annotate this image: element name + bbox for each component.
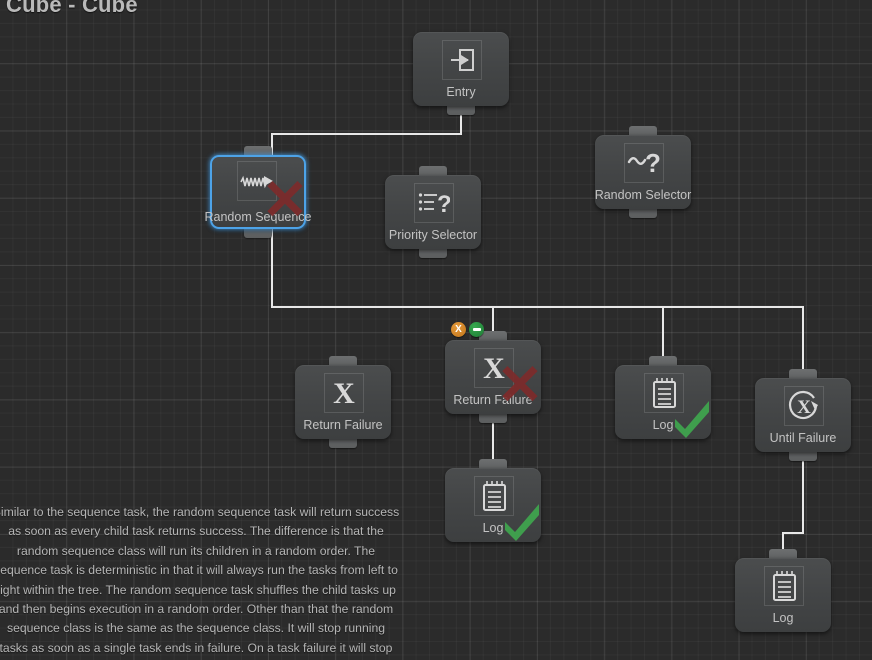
- node-label: Log: [482, 521, 504, 535]
- status-badge-error-label: X: [455, 323, 462, 335]
- x-glyph-icon: X: [324, 373, 364, 413]
- node-until-failure[interactable]: X Until Failure: [755, 369, 851, 461]
- node-return-failure-left[interactable]: X Return Failure: [295, 356, 391, 448]
- node-return-failure-center[interactable]: X X ✕ Return Failure: [445, 322, 543, 423]
- page-title: Cube - Cube: [6, 0, 138, 17]
- node-priority-selector[interactable]: ? Priority Selector: [385, 166, 481, 258]
- status-badge-running-glyph: [472, 328, 481, 331]
- node-label: Until Failure: [769, 431, 837, 445]
- node-log-right[interactable]: Log: [615, 356, 711, 439]
- node-random-selector[interactable]: ? Random Selector: [595, 126, 691, 218]
- notepad-icon: [764, 566, 804, 606]
- node-label: Log: [772, 611, 794, 625]
- node-log-center[interactable]: Log: [445, 459, 541, 542]
- svg-text:X: X: [797, 397, 811, 418]
- svg-text:X: X: [483, 353, 505, 383]
- squiggle-arrow-icon: [237, 161, 277, 201]
- node-label: Log: [652, 418, 674, 432]
- node-label: Return Failure: [303, 418, 383, 432]
- notepad-icon: [474, 476, 514, 516]
- svg-text:?: ?: [645, 149, 661, 177]
- enter-arrow-icon: [442, 40, 482, 80]
- node-label: Return Failure: [453, 393, 533, 407]
- list-question-icon: ?: [414, 183, 454, 223]
- node-label: Priority Selector: [388, 228, 478, 242]
- node-label: Random Selector: [594, 188, 692, 202]
- status-badge-error[interactable]: X: [451, 322, 466, 337]
- status-badge-running[interactable]: [469, 322, 484, 337]
- svg-text:X: X: [333, 378, 355, 408]
- svg-text:?: ?: [437, 191, 450, 216]
- node-label: Random Sequence: [204, 210, 312, 224]
- node-entry[interactable]: Entry: [413, 32, 509, 115]
- notepad-icon: [644, 373, 684, 413]
- behavior-tree-canvas[interactable]: Cube - Cube Entry ✕ Random Sequence Prio…: [0, 0, 872, 660]
- node-label: Entry: [446, 85, 476, 99]
- x-circle-arrow-icon: X: [784, 386, 824, 426]
- task-description: Similar to the sequence task, the random…: [0, 505, 400, 655]
- node-log-bottom[interactable]: Log: [735, 549, 831, 632]
- node-random-sequence[interactable]: ✕ Random Sequence: [204, 146, 312, 238]
- status-badges: X: [451, 322, 484, 337]
- tilde-question-icon: ?: [624, 143, 664, 183]
- x-glyph-icon: X: [474, 348, 514, 388]
